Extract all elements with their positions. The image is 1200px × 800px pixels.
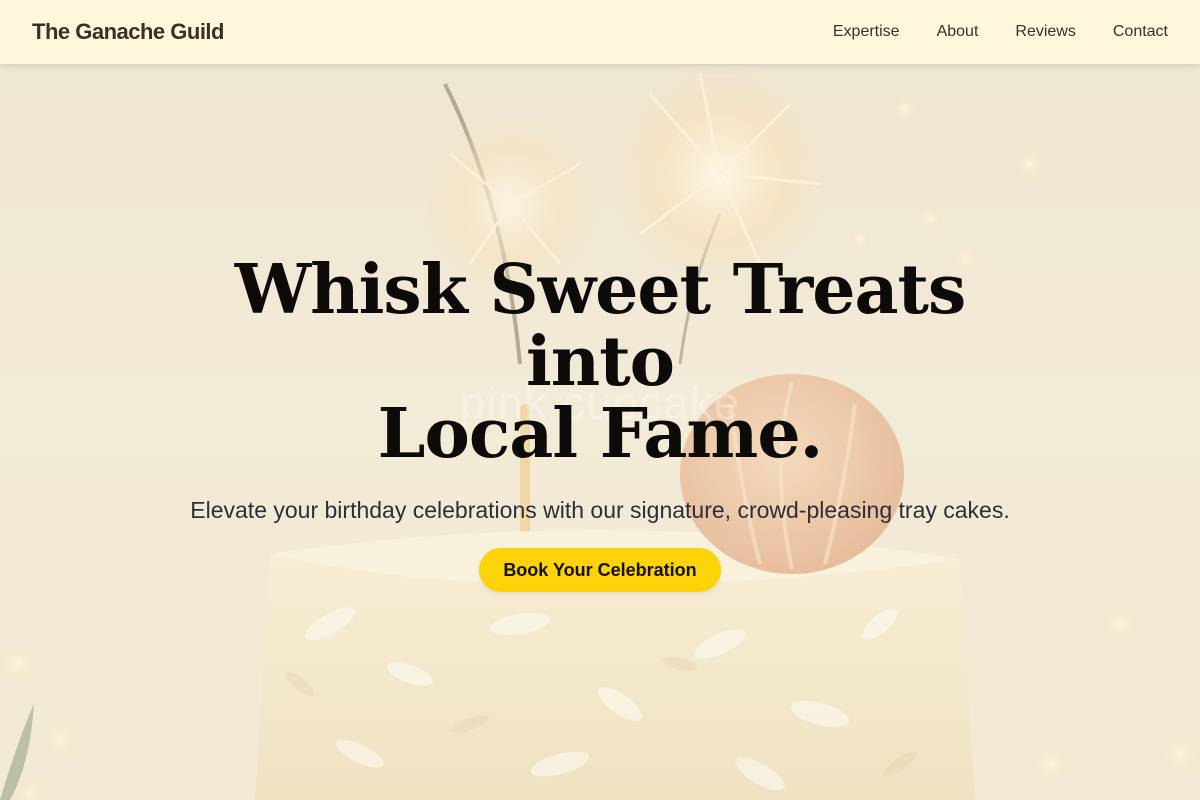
nav-item-contact: Contact: [1113, 23, 1168, 41]
hero-title: Whisk Sweet Treats into Local Fame.: [150, 254, 1050, 470]
nav-link-reviews[interactable]: Reviews: [1015, 23, 1075, 40]
nav-item-reviews: Reviews: [1015, 23, 1075, 41]
book-celebration-button[interactable]: Book Your Celebration: [479, 548, 721, 592]
hero-title-line-2: Local Fame.: [377, 394, 824, 474]
hero-content: Whisk Sweet Treats into Local Fame. Elev…: [150, 254, 1050, 592]
brand-logo[interactable]: The Ganache Guild: [32, 19, 224, 45]
main-nav: Expertise About Reviews Contact: [833, 23, 1168, 41]
nav-link-about[interactable]: About: [937, 23, 979, 40]
hero-title-line-1: Whisk Sweet Treats into: [234, 250, 966, 402]
nav-item-about: About: [937, 23, 979, 41]
nav-link-expertise[interactable]: Expertise: [833, 23, 900, 40]
hero-subtitle: Elevate your birthday celebrations with …: [190, 497, 1010, 523]
nav-item-expertise: Expertise: [833, 23, 900, 41]
nav-link-contact[interactable]: Contact: [1113, 23, 1168, 40]
hero-section: pink cupcake Whisk Sweet Treats into Loc…: [0, 64, 1200, 800]
site-header: The Ganache Guild Expertise About Review…: [0, 0, 1200, 64]
